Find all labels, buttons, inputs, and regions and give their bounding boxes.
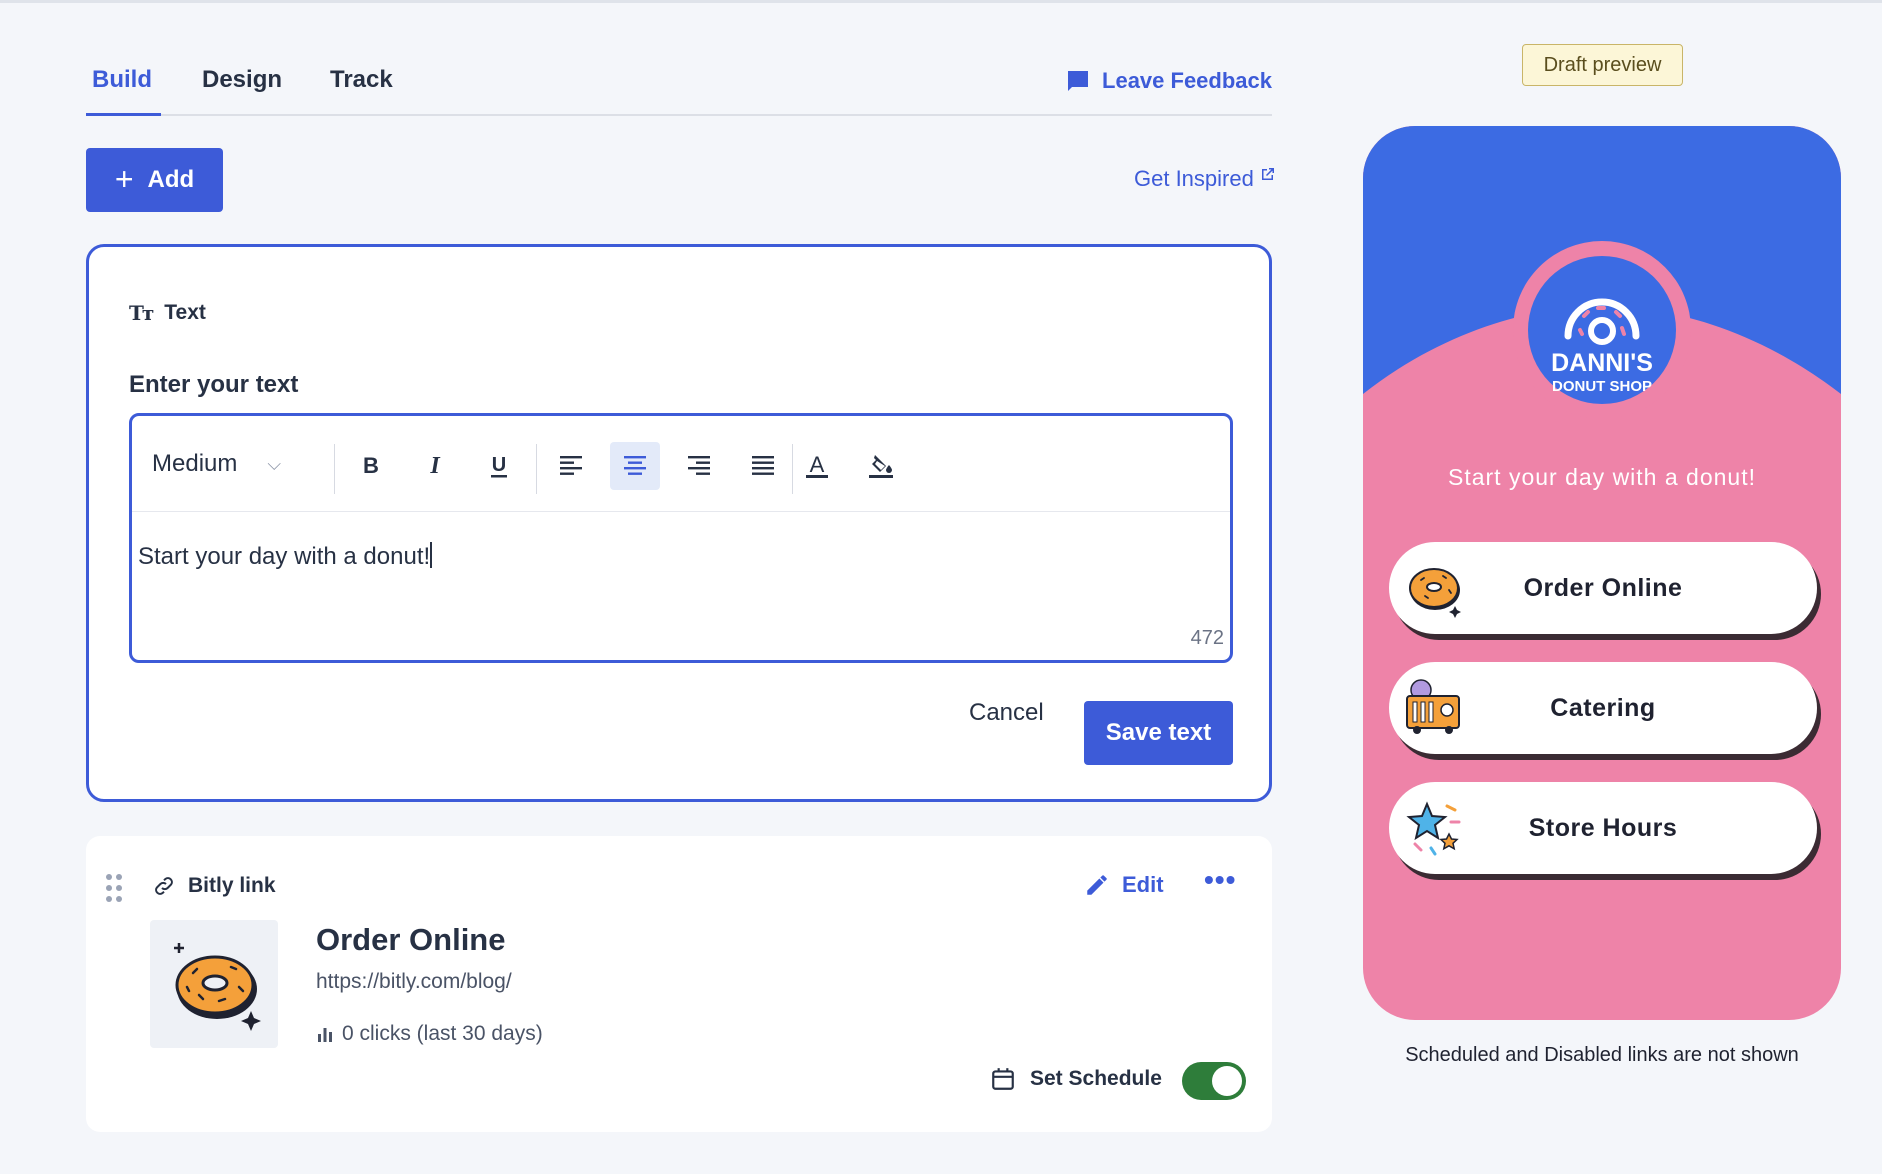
svg-text:U: U (492, 454, 506, 476)
formatting-toolbar: Medium ⌵ B I U A (132, 416, 1230, 512)
text-editor-card: Tт Text Enter your text Medium ⌵ B I U A… (86, 244, 1272, 802)
font-size-select[interactable]: Medium ⌵ (152, 450, 281, 478)
tab-build[interactable]: Build (92, 66, 152, 94)
get-inspired-label: Get Inspired (1134, 166, 1254, 191)
set-schedule-label: Set Schedule (1030, 1067, 1162, 1090)
card-type-label: Text (164, 301, 206, 324)
toolbar-divider (536, 444, 537, 494)
link-thumbnail (150, 920, 278, 1048)
phone-preview: DANNI'S DONUT SHOP Start your day with a… (1363, 126, 1841, 1020)
card-type-header: Tт Text (129, 301, 206, 325)
leave-feedback-label: Leave Feedback (1102, 68, 1272, 93)
link-card: Bitly link Edit ••• Order Online https:/… (86, 836, 1272, 1132)
leave-feedback-link[interactable]: Leave Feedback (1066, 68, 1272, 94)
italic-icon: I (429, 453, 441, 479)
preview-link-store-hours[interactable]: Store Hours (1389, 782, 1817, 874)
top-divider (0, 0, 1882, 3)
set-schedule-button[interactable]: Set Schedule (990, 1066, 1162, 1092)
svg-text:I: I (429, 453, 441, 479)
link-title[interactable]: Order Online (316, 922, 505, 958)
preview-link-order-online[interactable]: Order Online (1389, 542, 1817, 634)
rich-text-editor: Medium ⌵ B I U A Start your day with a d… (129, 413, 1233, 663)
more-options-icon[interactable]: ••• (1204, 864, 1236, 896)
bold-icon: B (363, 453, 379, 478)
toolbar-divider (334, 444, 335, 494)
active-tab-indicator (86, 113, 161, 116)
tab-track[interactable]: Track (330, 66, 393, 94)
plus-icon: + (114, 160, 134, 197)
food-truck-icon (1406, 679, 1460, 734)
link-icon (155, 877, 173, 895)
tab-bar: Build Design Track Leave Feedback (86, 56, 1272, 116)
text-type-icon: Tт (129, 301, 154, 325)
stars-icon (1406, 801, 1461, 856)
cancel-button[interactable]: Cancel (969, 699, 1044, 727)
donut-icon (174, 943, 261, 1031)
underline-icon: U (491, 454, 507, 478)
toggle-knob (1212, 1066, 1242, 1096)
link-type-header: Bitly link (152, 874, 276, 898)
external-link-icon (1261, 168, 1274, 180)
get-inspired-link[interactable]: Get Inspired (1134, 166, 1276, 192)
align-left-icon (560, 456, 582, 475)
text-color-icon: A (806, 452, 828, 478)
shop-logo: DANNI'S DONUT SHOP (1513, 241, 1691, 419)
edit-button-label: Edit (1122, 872, 1164, 897)
align-right-icon (688, 456, 710, 475)
preview-tagline: Start your day with a donut! (1448, 464, 1756, 490)
link-url[interactable]: https://bitly.com/blog/ (316, 970, 512, 994)
align-left-button[interactable] (546, 442, 596, 490)
calendar-icon (992, 1068, 1014, 1090)
bold-button[interactable]: B (346, 442, 396, 490)
highlight-color-button[interactable] (856, 442, 906, 490)
preview-link-catering[interactable]: Catering (1389, 662, 1817, 754)
save-text-button[interactable]: Save text (1084, 701, 1233, 765)
link-clicks: 0 clicks (last 30 days) (316, 1022, 543, 1046)
tab-design[interactable]: Design (202, 66, 282, 94)
align-center-icon (624, 456, 646, 475)
justify-button[interactable] (738, 442, 788, 490)
text-field-label: Enter your text (129, 371, 299, 398)
paint-bucket-icon (869, 455, 893, 478)
add-button-label: Add (147, 166, 195, 193)
svg-text:A: A (810, 452, 825, 477)
logo-name: DANNI'S (1551, 349, 1653, 377)
chevron-down-icon: ⌵ (267, 453, 282, 474)
bar-chart-icon (318, 1028, 332, 1042)
add-button[interactable]: + Add (86, 148, 223, 212)
drag-handle-icon[interactable] (106, 874, 122, 902)
text-editor-input[interactable]: Start your day with a donut! (138, 542, 433, 571)
text-editor-value: Start your day with a donut! (138, 543, 431, 570)
link-type-label: Bitly link (188, 874, 276, 897)
align-center-button[interactable] (610, 442, 660, 490)
italic-button[interactable]: I (410, 442, 460, 490)
underline-button[interactable]: U (474, 442, 524, 490)
chat-icon (1068, 71, 1089, 91)
text-cursor (430, 542, 433, 568)
text-color-button[interactable]: A (792, 442, 842, 490)
svg-text:B: B (363, 453, 379, 478)
justify-icon (752, 456, 774, 475)
logo-subtitle: DONUT SHOP (1551, 378, 1652, 395)
link-enabled-toggle[interactable] (1182, 1062, 1246, 1100)
donut-icon (1409, 568, 1461, 618)
character-counter: 472 (1190, 627, 1224, 649)
edit-button[interactable]: Edit (1084, 872, 1164, 898)
align-right-button[interactable] (674, 442, 724, 490)
pencil-icon (1087, 875, 1107, 895)
link-clicks-label: 0 clicks (last 30 days) (342, 1022, 543, 1045)
font-size-value: Medium (152, 450, 238, 477)
preview-footnote: Scheduled and Disabled links are not sho… (1405, 1044, 1799, 1066)
draft-preview-badge: Draft preview (1522, 44, 1683, 86)
